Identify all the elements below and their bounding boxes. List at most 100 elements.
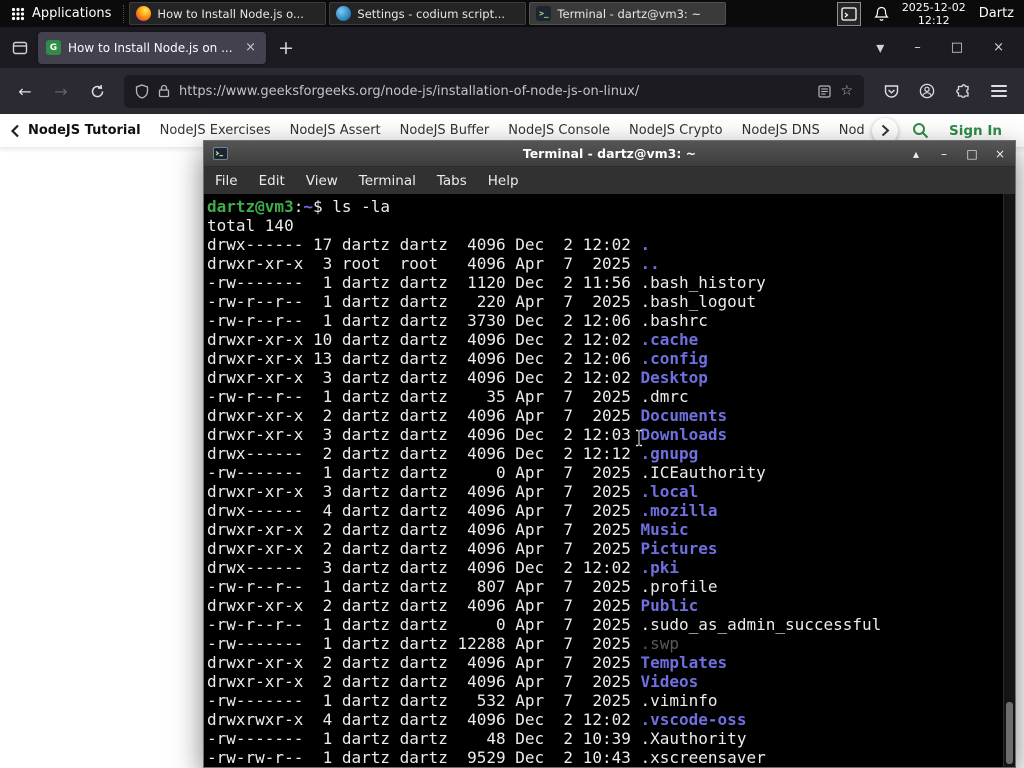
terminal-window-controls: ▴ – □ × [910,147,1006,161]
terminal-scrollbar-thumb[interactable] [1006,702,1013,764]
gfg-nav-item[interactable]: NodeJS Assert [290,123,381,138]
extensions-icon[interactable] [948,83,978,99]
terminal-close-button[interactable]: × [994,147,1006,161]
terminal-listing: drwx------ 17 dartz dartz 4096 Dec 2 12:… [207,235,1003,767]
taskbar-button-label: Terminal - dartz@vm3: ~ [557,6,702,21]
window-minimize-button[interactable]: – [914,40,921,55]
terminal-total-line: total 140 [207,216,294,235]
terminal-title-bar[interactable]: Terminal - dartz@vm3: ~ ▴ – □ × [204,141,1015,167]
applications-menu-button[interactable]: Applications [0,0,122,27]
lock-icon[interactable] [158,84,170,98]
file-name: Downloads [640,425,728,444]
terminal-line: -rw------- 1 dartz dartz 0 Apr 7 2025 .I… [207,463,1003,482]
taskbar: How to Install Node.js o... Settings - co… [129,2,729,25]
file-name: .dmrc [640,387,689,406]
forward-button[interactable]: → [46,82,76,101]
terminal-line: drwxrwxr-x 4 dartz dartz 4096 Dec 2 12:0… [207,710,1003,729]
terminal-shade-button[interactable]: ▴ [910,147,922,161]
file-name: .bash_history [640,273,766,292]
terminal-output[interactable]: dartz@vm3:~$ ls -la total 140 drwx------… [204,194,1003,767]
file-name: Public [640,596,699,615]
file-attributes: drwxr-xr-x 3 dartz dartz 4096 Dec 2 12:0… [207,368,641,387]
gfg-nav-item[interactable]: NodeJS Console [508,123,610,138]
prompt-cwd: ~ [303,197,313,216]
terminal-menu-terminal[interactable]: Terminal [359,173,416,189]
taskbar-button[interactable]: >_ Terminal - dartz@vm3: ~ [529,2,727,25]
terminal-line: -rw------- 1 dartz dartz 48 Dec 2 10:39 … [207,729,1003,748]
file-name: .profile [640,577,718,596]
tabbar-right-controls: ▾ – □ × [876,38,1016,57]
file-name: .bashrc [640,311,708,330]
pocket-icon[interactable] [876,84,906,99]
terminal-line: drwxr-xr-x 2 dartz dartz 4096 Apr 7 2025… [207,539,1003,558]
url-text: https://www.geeksforgeeks.org/node-js/in… [179,83,640,99]
tray-terminal-icon[interactable] [836,1,861,26]
file-attributes: drwxr-xr-x 3 dartz dartz 4096 Apr 7 2025 [207,482,641,501]
terminal-line: drwxr-xr-x 13 dartz dartz 4096 Dec 2 12:… [207,349,1003,368]
tab-title: How to Install Node.js on ... [68,40,233,55]
reload-button[interactable] [82,84,112,99]
file-attributes: drwx------ 17 dartz dartz 4096 Dec 2 12:… [207,235,641,254]
tab-close-icon[interactable]: × [243,40,258,55]
terminal-line: -rw------- 1 dartz dartz 1120 Dec 2 11:5… [207,273,1003,292]
file-attributes: drwxr-xr-x 13 dartz dartz 4096 Dec 2 12:… [207,349,641,368]
gfg-nav-item[interactable]: NodeJS Crypto [629,123,723,138]
panel-clock[interactable]: 2025-12-02 12:12 [902,1,966,27]
gfg-scroll-left-icon[interactable] [10,124,20,138]
account-icon[interactable] [912,83,942,99]
terminal-line: drwxr-xr-x 3 root root 4096 Apr 7 2025 .… [207,254,1003,273]
file-name: .bash_logout [640,292,757,311]
file-name: .cache [640,330,699,349]
terminal-scrollbar[interactable] [1003,194,1015,767]
prompt-userhost: dartz@vm3 [207,197,294,216]
terminal-line: -rw-r--r-- 1 dartz dartz 35 Apr 7 2025 .… [207,387,1003,406]
file-attributes: -rw------- 1 dartz dartz 48 Dec 2 10:39 [207,729,641,748]
file-name: .pki [640,558,680,577]
file-attributes: -rw-r--r-- 1 dartz dartz 0 Apr 7 2025 [207,615,641,634]
terminal-line: drwxr-xr-x 2 dartz dartz 4096 Apr 7 2025… [207,520,1003,539]
terminal-line: drwxr-xr-x 2 dartz dartz 4096 Apr 7 2025… [207,653,1003,672]
notification-bell-icon[interactable] [874,6,889,22]
terminal-menu-view[interactable]: View [306,173,338,189]
file-name: Pictures [640,539,718,558]
clock-time: 12:12 [917,13,950,27]
window-maximize-button[interactable]: □ [951,40,963,55]
terminal-maximize-button[interactable]: □ [966,147,978,161]
terminal-menu-file[interactable]: File [215,173,238,189]
menu-hamburger-icon[interactable] [991,85,1007,97]
prompt-dollar: $ [312,197,333,216]
new-tab-button[interactable]: + [278,37,294,59]
gfg-nav-item[interactable]: NodeJS Exercises [160,123,271,138]
browser-tab[interactable]: G How to Install Node.js on ... × [38,31,266,64]
gfg-nav-item[interactable]: NodeJS DNS [742,123,820,138]
bookmark-star-icon[interactable]: ☆ [840,83,853,99]
tracking-shield-icon[interactable] [135,83,149,99]
file-attributes: -rw-r--r-- 1 dartz dartz 807 Apr 7 2025 [207,577,641,596]
terminal-title: Terminal - dartz@vm3: ~ [522,146,697,161]
file-attributes: -rw------- 1 dartz dartz 532 Apr 7 2025 [207,691,641,710]
file-attributes: drwxr-xr-x 2 dartz dartz 4096 Apr 7 2025 [207,520,641,539]
url-bar[interactable]: https://www.geeksforgeeks.org/node-js/in… [124,74,864,108]
taskbar-button[interactable]: How to Install Node.js o... [129,2,327,25]
file-name: .Xauthority [640,729,747,748]
terminal-line: drwxr-xr-x 2 dartz dartz 4096 Apr 7 2025… [207,596,1003,615]
terminal-minimize-button[interactable]: – [938,147,950,161]
list-all-tabs-icon[interactable]: ▾ [876,38,884,57]
gfg-nav-item[interactable]: NodeJS Tutorial [28,123,141,138]
window-close-button[interactable]: × [993,40,1004,55]
terminal-menu-tabs[interactable]: Tabs [437,173,467,189]
firefox-view-icon[interactable] [12,40,28,56]
back-button[interactable]: ← [10,82,40,101]
file-name: Music [640,520,689,539]
gfg-nav-item[interactable]: NodeJS Buffer [400,123,490,138]
gfg-nav-item[interactable]: Node [839,123,864,138]
terminal-menu-edit[interactable]: Edit [259,173,285,189]
taskbar-button[interactable]: Settings - codium script... [329,2,527,25]
reader-mode-icon[interactable] [818,84,832,98]
gfg-search-icon[interactable] [912,122,929,139]
file-attributes: drwxrwxr-x 4 dartz dartz 4096 Dec 2 12:0… [207,710,641,729]
file-name: .xscreensaver [640,748,766,767]
gfg-sign-in-button[interactable]: Sign In [943,120,1008,142]
applications-grid-icon [11,7,25,21]
terminal-menu-help[interactable]: Help [488,173,519,189]
